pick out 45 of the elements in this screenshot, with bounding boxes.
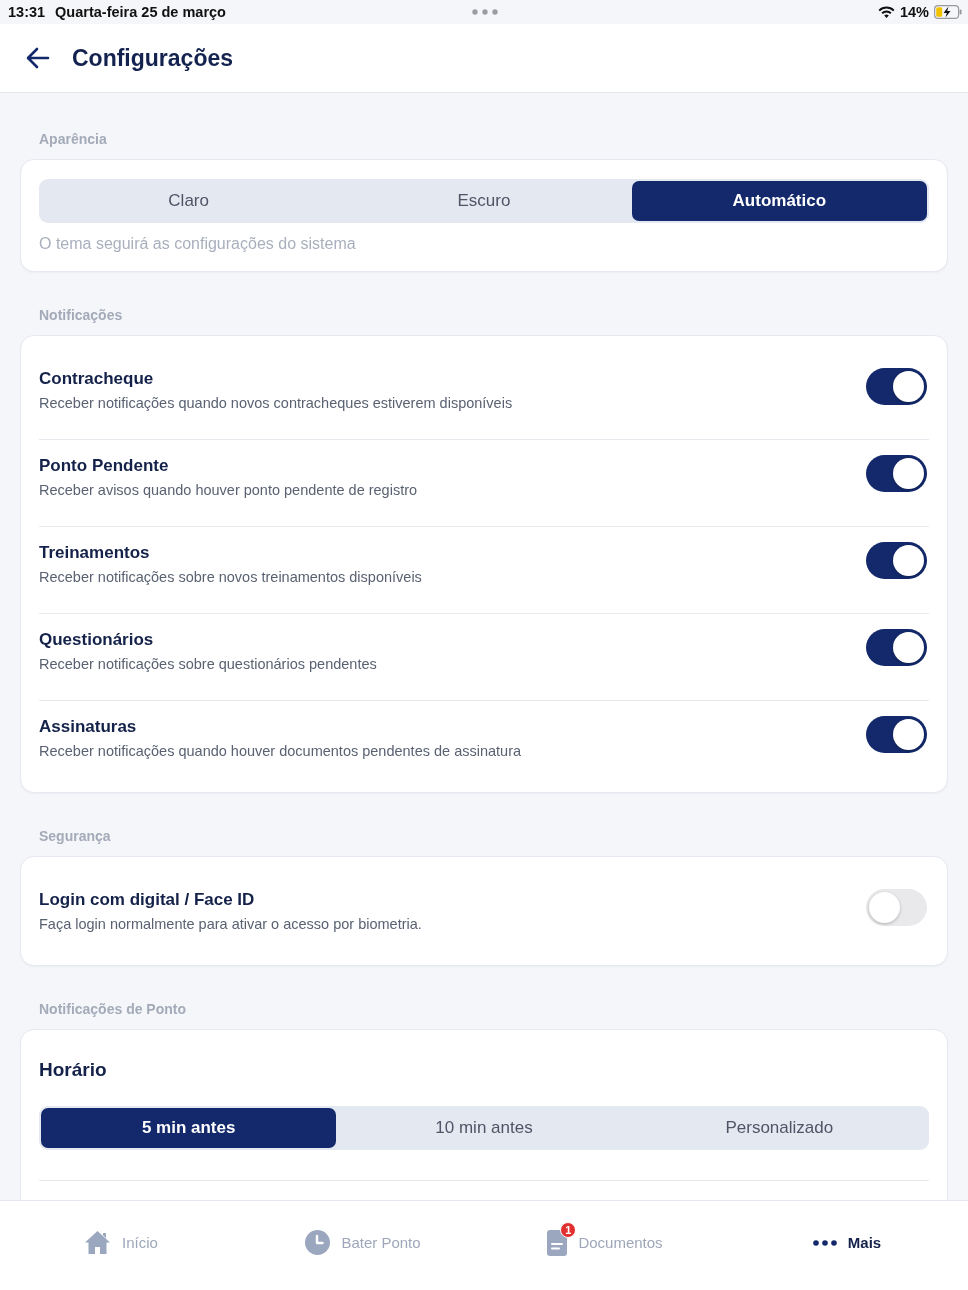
section-label: Notificações — [38, 307, 124, 324]
theme-hint: O tema seguirá as configurações do sistema — [39, 234, 357, 254]
toggle-switch[interactable] — [866, 716, 927, 753]
toggle-switch[interactable] — [866, 368, 927, 405]
segment-option[interactable]: Automático — [631, 181, 927, 221]
section-label: Notificações de Ponto — [38, 1001, 188, 1018]
setting-description: Receber notificações sobre novos treinamentos disponíveis — [39, 568, 422, 587]
setting-description: Faça login normalmente para ativar o acesso por biometria. — [39, 915, 422, 934]
back-arrow-icon — [26, 47, 50, 69]
home-icon — [84, 1230, 112, 1255]
setting-description: Receber notificações sobre questionários pendentes — [39, 655, 377, 674]
nav-tab[interactable]: Mais — [808, 1230, 886, 1255]
setting-description: Receber notificações quando novos contracheques estiverem disponíveis — [39, 394, 513, 413]
segment-option[interactable]: 5 min antes — [41, 1108, 337, 1148]
section-label: Segurança — [38, 828, 112, 845]
setting-title: Contracheque — [39, 368, 155, 390]
wifi-icon — [877, 6, 895, 18]
section-label: Aparência — [38, 131, 108, 148]
setting-title: Questionários — [39, 629, 155, 651]
more-dots-icon — [812, 1239, 837, 1246]
clock-icon — [305, 1230, 331, 1255]
setting-title: Login com digital / Face ID — [39, 889, 256, 911]
page-title: Configurações — [72, 44, 234, 72]
segment-option[interactable]: 10 min antes — [336, 1108, 632, 1148]
toggle-switch[interactable] — [866, 889, 927, 926]
toggle-switch[interactable] — [866, 542, 927, 579]
battery-charging-icon — [934, 5, 962, 19]
segment-option[interactable]: Personalizado — [631, 1108, 927, 1148]
toggle-switch[interactable] — [866, 455, 927, 492]
status-time: 13:31 — [8, 4, 46, 20]
setting-title: Assinaturas — [39, 716, 138, 738]
segment-option[interactable]: Escuro — [336, 181, 632, 221]
battery-percentage: 14% — [899, 4, 929, 20]
setting-title: Treinamentos — [39, 542, 151, 564]
setting-description: Receber notificações quando houver documentos pendentes de assinatura — [39, 742, 522, 761]
card-title: Horário — [39, 1058, 108, 1082]
setting-title: Ponto Pendente — [39, 455, 170, 477]
notification-badge: 1 — [560, 1221, 577, 1238]
toggle-switch[interactable] — [866, 629, 927, 666]
back-button[interactable] — [24, 45, 52, 71]
document-icon — [547, 1229, 568, 1256]
setting-description: Receber avisos quando houver ponto pendente de registro — [39, 481, 418, 500]
dots-icon — [472, 9, 498, 15]
segment-option[interactable]: Claro — [41, 181, 337, 221]
status-date: Quarta-feira 25 de março — [55, 4, 226, 20]
